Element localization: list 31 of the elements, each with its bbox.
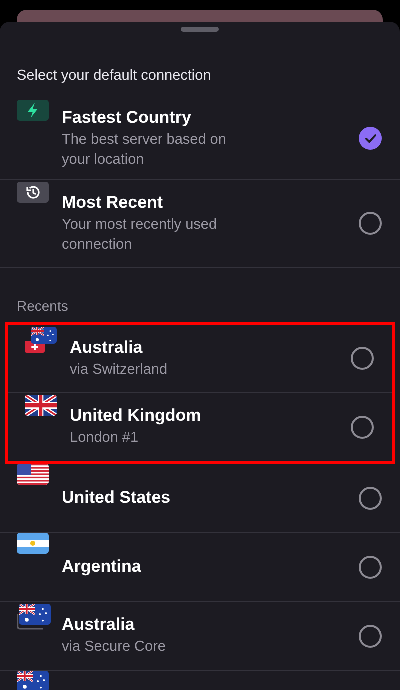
- stacked-flag-icon: [17, 604, 51, 630]
- radio-button[interactable]: [359, 624, 382, 648]
- connection-detail: London #1: [70, 429, 140, 448]
- flag-icon: [17, 671, 49, 690]
- connection-name: Fastest Country: [62, 108, 192, 128]
- connection-name: United States: [62, 488, 172, 508]
- drag-handle[interactable]: [181, 27, 219, 32]
- radio-button[interactable]: [359, 127, 382, 150]
- flag-icon: [17, 533, 49, 554]
- section-label: Recents: [16, 297, 70, 316]
- radio-button[interactable]: [359, 556, 382, 578]
- connection-name: Argentina: [62, 557, 142, 577]
- radio-button[interactable]: [351, 347, 374, 370]
- flag-pair-icon: [25, 327, 57, 353]
- connection-name: Australia: [70, 338, 144, 358]
- connection-name: United Kingdom: [70, 406, 202, 426]
- connection-detail: The best server based on your location: [62, 130, 228, 170]
- lightning-icon: [17, 100, 49, 121]
- radio-button[interactable]: [359, 212, 382, 235]
- connection-detail: Your most recently used connection: [62, 216, 218, 254]
- flag-icon: [25, 395, 57, 416]
- radio-button[interactable]: [359, 486, 382, 510]
- radio-button[interactable]: [351, 416, 374, 438]
- check-icon: [364, 134, 376, 144]
- connection-name: Most Recent: [62, 192, 164, 212]
- connection-detail: via Switzerland: [70, 360, 169, 380]
- sheet-title: Select your default connection: [16, 67, 212, 86]
- connection-detail: via Secure Core: [62, 638, 167, 657]
- flag-icon: [17, 464, 49, 485]
- connection-name: Australia: [62, 615, 136, 635]
- history-icon: [17, 182, 49, 203]
